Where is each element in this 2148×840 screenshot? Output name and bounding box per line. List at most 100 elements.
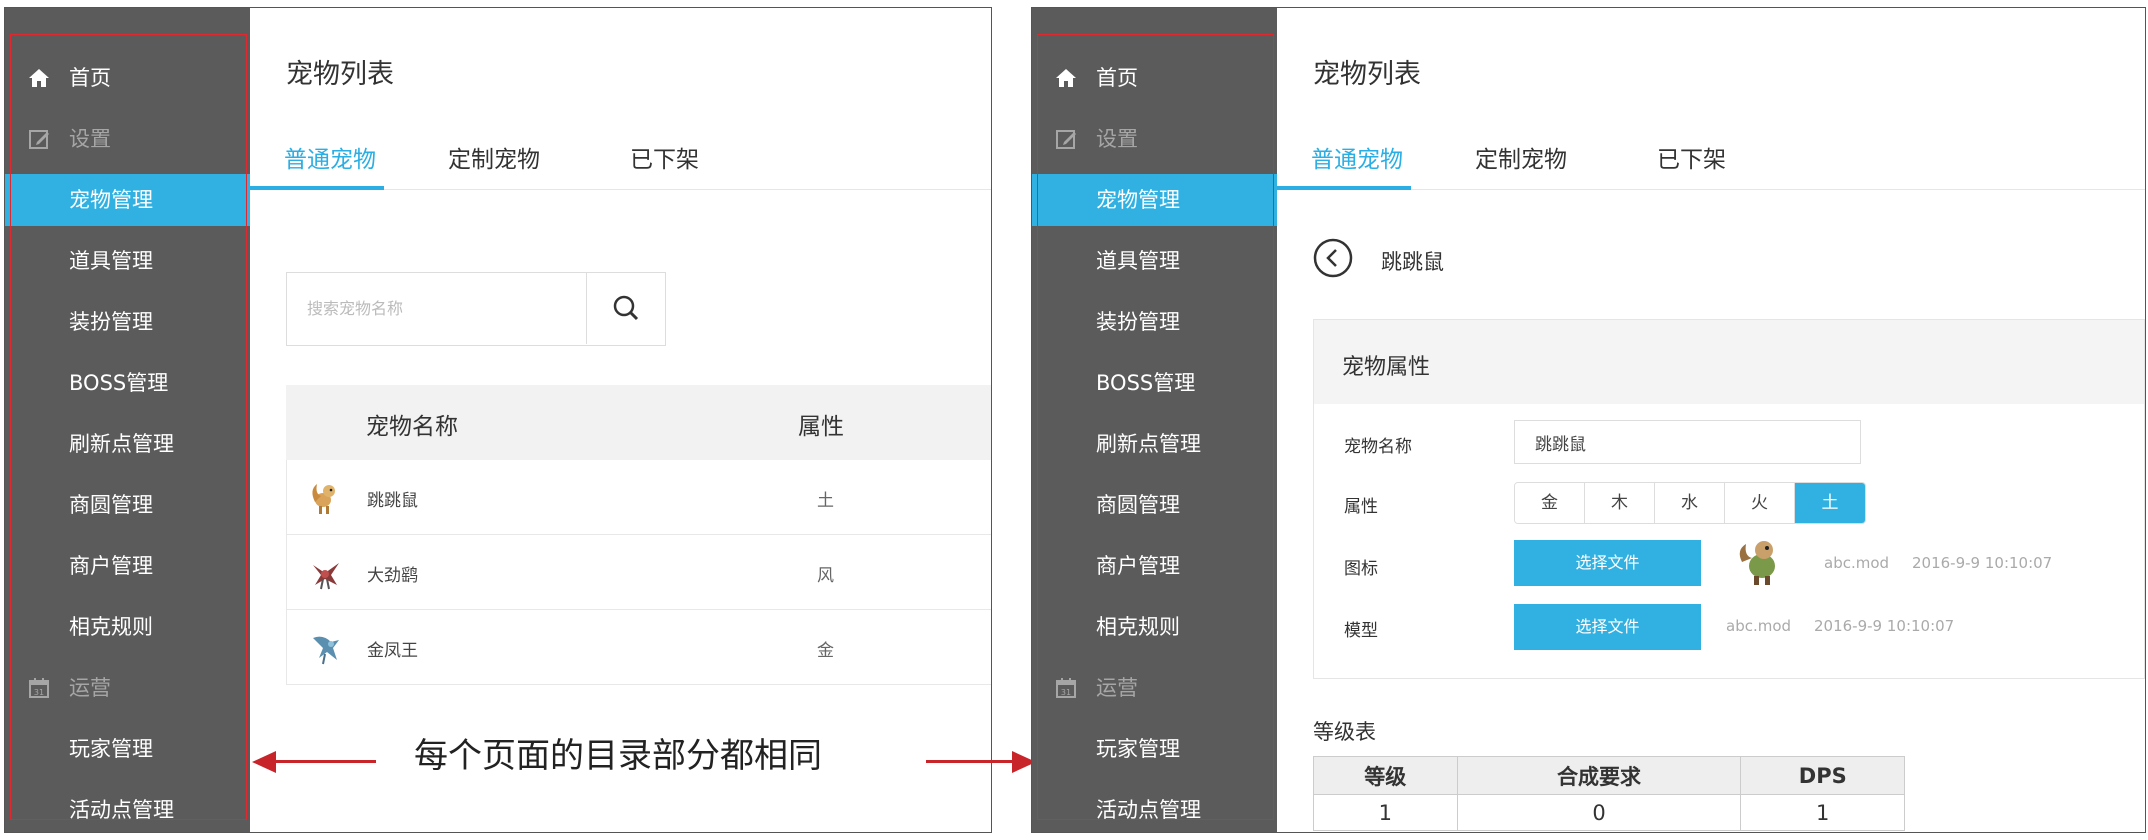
sidebar-group-operations[interactable]: 31 运营: [5, 662, 250, 714]
back-button-icon[interactable]: [1313, 238, 1353, 278]
home-icon: [29, 69, 49, 87]
tab-custom-pets[interactable]: 定制宠物: [448, 140, 540, 190]
choose-icon-file-button[interactable]: 选择文件: [1514, 540, 1701, 586]
sidebar-item-merchant-management[interactable]: 商户管理: [1032, 540, 1277, 592]
calendar-icon: 31: [29, 678, 49, 698]
sidebar-item-home[interactable]: 首页: [1032, 52, 1277, 104]
sidebar-item-counter-rules[interactable]: 相克规则: [1032, 601, 1277, 653]
tab-label: 普通宠物: [1311, 147, 1403, 173]
sidebar-item-label: 设置: [69, 127, 111, 151]
table-row[interactable]: 金凤王 金: [286, 610, 991, 685]
section-header: 宠物属性: [1314, 320, 2144, 404]
sidebar-item-player-management[interactable]: 玩家管理: [1032, 723, 1277, 775]
sidebar-item-item-management[interactable]: 道具管理: [5, 235, 250, 287]
table-row[interactable]: 跳跳鼠 土: [286, 460, 991, 535]
attribute-option-earth[interactable]: 土: [1795, 483, 1865, 523]
annotation-arrow-left: [276, 760, 376, 763]
sidebar: 首页 设置 宠物管理 道具管理 装扮管理 BOSS管理 刷新点管理 商圆管理 商…: [1032, 8, 1277, 832]
tab-delisted[interactable]: 已下架: [1657, 140, 1726, 190]
edit-icon: [1056, 130, 1076, 149]
model-file-time: 2016-9-9 10:10:07: [1814, 617, 1955, 635]
sidebar-item-home[interactable]: 首页: [5, 52, 250, 104]
pet-attribute: 金: [817, 641, 834, 661]
attribute-option-fire[interactable]: 火: [1725, 483, 1795, 523]
attribute-label: 属性: [1344, 497, 1378, 517]
choose-model-file-button[interactable]: 选择文件: [1514, 604, 1701, 650]
sidebar-item-label: 商户管理: [69, 554, 153, 578]
sidebar-group-operations[interactable]: 31 运营: [1032, 662, 1277, 714]
sidebar-item-event-point-management[interactable]: 活动点管理: [5, 784, 250, 832]
sidebar-item-pet-management[interactable]: 宠物管理: [1032, 174, 1277, 226]
sidebar-item-counter-rules[interactable]: 相克规则: [5, 601, 250, 653]
sidebar-item-event-point-management[interactable]: 活动点管理: [1032, 784, 1277, 832]
sidebar-item-label: 活动点管理: [69, 798, 174, 822]
attribute-option-wood[interactable]: 木: [1585, 483, 1655, 523]
sidebar-item-item-management[interactable]: 道具管理: [1032, 235, 1277, 287]
sidebar-item-boss-management[interactable]: BOSS管理: [1032, 357, 1277, 409]
attribute-option-metal[interactable]: 金: [1515, 483, 1585, 523]
sidebar-item-shop-area-management[interactable]: 商圆管理: [1032, 479, 1277, 531]
sidebar-item-spawn-management[interactable]: 刷新点管理: [5, 418, 250, 470]
pet-attribute: 土: [817, 491, 834, 511]
sidebar-item-label: 相克规则: [1096, 615, 1180, 639]
sidebar-item-label: 道具管理: [69, 249, 153, 273]
tab-label: 定制宠物: [448, 147, 540, 173]
sidebar-item-label: 刷新点管理: [1096, 432, 1201, 456]
sidebar-item-label: 装扮管理: [69, 310, 153, 334]
section-title: 宠物属性: [1342, 355, 1431, 380]
pet-table: 宠物名称 属性 跳跳鼠 土 大劲鹞 风 金凤王 金: [286, 385, 991, 685]
tab-label: 普通宠物: [284, 147, 376, 173]
sidebar-item-label: 活动点管理: [1096, 798, 1201, 822]
sidebar-item-costume-management[interactable]: 装扮管理: [1032, 296, 1277, 348]
sidebar-item-pet-management[interactable]: 宠物管理: [5, 174, 250, 226]
sidebar-item-label: 道具管理: [1096, 249, 1180, 273]
squirrel-pet-icon: [312, 484, 335, 514]
tab-normal-pets[interactable]: 普通宠物: [284, 140, 376, 190]
synthesis-cell: 0: [1456, 794, 1742, 831]
bird-pet-icon: [313, 563, 339, 590]
table-header-row: 等级 合成要求 DPS: [1313, 756, 1905, 795]
level-table-title: 等级表: [1313, 720, 1376, 744]
table-row[interactable]: 大劲鹞 风: [286, 535, 991, 610]
annotation-arrow-right: [926, 760, 1016, 763]
search-button[interactable]: [588, 273, 665, 344]
column-header-level: 等级: [1313, 756, 1458, 795]
sidebar-group-settings[interactable]: 设置: [1032, 113, 1277, 165]
sidebar-item-label: 玩家管理: [69, 737, 153, 761]
main-content: 宠物列表 普通宠物 定制宠物 已下架 跳跳鼠 宠物属性 宠物名称 属性 金 木 …: [1277, 8, 2145, 832]
sidebar-item-label: 运营: [69, 676, 111, 700]
sidebar-item-spawn-management[interactable]: 刷新点管理: [1032, 418, 1277, 470]
sidebar-item-merchant-management[interactable]: 商户管理: [5, 540, 250, 592]
tab-delisted[interactable]: 已下架: [630, 140, 699, 190]
level-cell: 1: [1313, 794, 1458, 831]
tab-normal-pets[interactable]: 普通宠物: [1311, 140, 1403, 190]
sidebar-group-settings[interactable]: 设置: [5, 113, 250, 165]
pet-name-input[interactable]: [1514, 420, 1861, 464]
attribute-selector: 金 木 水 火 土: [1514, 482, 1866, 524]
sidebar: 首页 设置 宠物管理 道具管理 装扮管理 BOSS管理 刷新点管理 商圆管理 商…: [5, 8, 250, 832]
column-header-name: 宠物名称: [366, 414, 458, 440]
sidebar-item-boss-management[interactable]: BOSS管理: [5, 357, 250, 409]
sidebar-item-shop-area-management[interactable]: 商圆管理: [5, 479, 250, 531]
column-header-attribute: 属性: [798, 414, 844, 440]
pet-attributes-section: 宠物属性 宠物名称 属性 金 木 水 火 土 图标 选择文件 abc.mod 2…: [1313, 319, 2145, 679]
sidebar-item-label: 首页: [69, 66, 111, 90]
tab-custom-pets[interactable]: 定制宠物: [1475, 140, 1567, 190]
pet-name: 金凤王: [367, 641, 418, 661]
tab-label: 已下架: [630, 147, 699, 173]
table-row[interactable]: 1 0 1: [1313, 794, 1905, 831]
search-box: [286, 272, 666, 346]
sidebar-item-label: 运营: [1096, 676, 1138, 700]
sidebar-item-costume-management[interactable]: 装扮管理: [5, 296, 250, 348]
search-input[interactable]: [287, 273, 587, 344]
dps-cell: 1: [1740, 794, 1905, 831]
sidebar-item-label: 装扮管理: [1096, 310, 1180, 334]
sidebar-item-label: 商户管理: [1096, 554, 1180, 578]
sidebar-item-player-management[interactable]: 玩家管理: [5, 723, 250, 775]
edit-icon: [29, 130, 49, 149]
pet-name: 大劲鹞: [367, 566, 418, 586]
attribute-option-water[interactable]: 水: [1655, 483, 1725, 523]
sidebar-item-label: 宠物管理: [1096, 188, 1180, 212]
main-content: 宠物列表 普通宠物 定制宠物 已下架 宠物名称 属性 跳跳鼠 土: [250, 8, 991, 832]
phoenix-pet-icon: [313, 636, 339, 665]
